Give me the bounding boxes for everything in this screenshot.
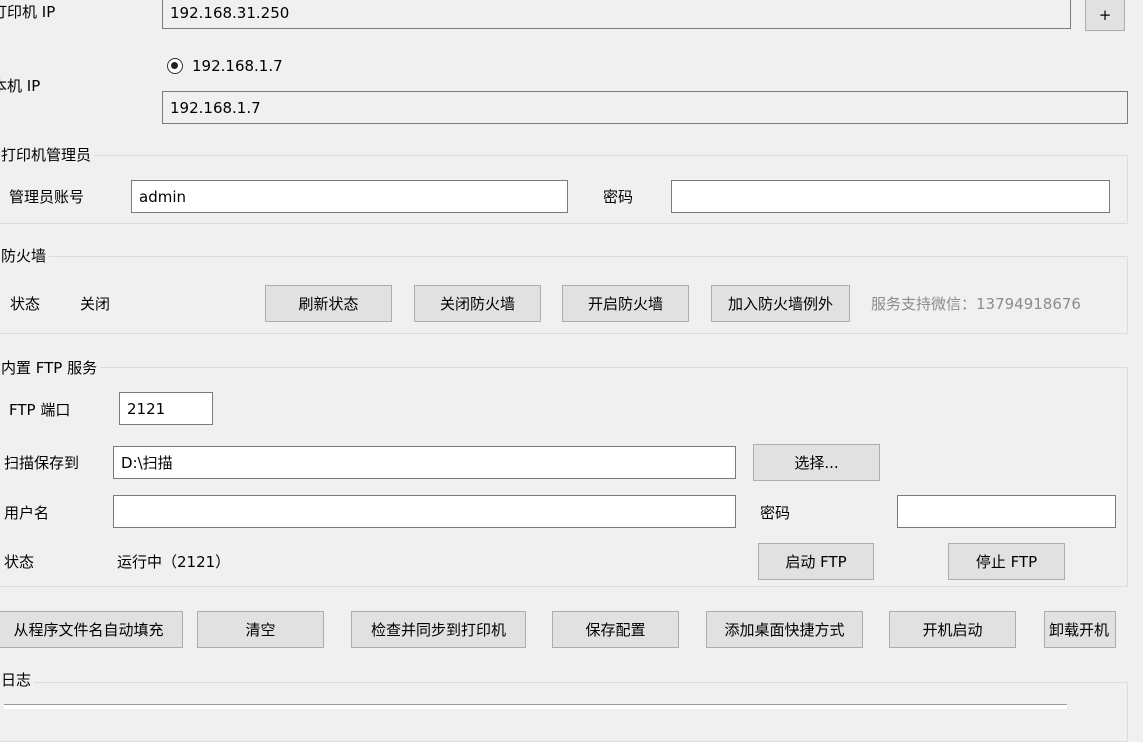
ftp-password-label: 密码 bbox=[760, 504, 791, 522]
ftp-password-input[interactable] bbox=[897, 495, 1116, 528]
clear-button[interactable]: 清空 bbox=[197, 611, 324, 648]
ftp-status-label: 状态 bbox=[4, 553, 35, 571]
start-ftp-button[interactable]: 启动 FTP bbox=[758, 543, 874, 580]
log-group bbox=[0, 682, 1128, 742]
add-firewall-exception-button[interactable]: 加入防火墙例外 bbox=[711, 285, 850, 322]
scan-save-path-input[interactable]: D:\扫描 bbox=[113, 446, 736, 479]
refresh-status-button[interactable]: 刷新状态 bbox=[265, 285, 392, 322]
admin-account-input[interactable]: admin bbox=[131, 180, 568, 213]
local-ip-input[interactable]: 192.168.1.7 bbox=[162, 91, 1128, 124]
support-wechat-text: 服务支持微信：13794918676 bbox=[871, 295, 1081, 313]
enable-firewall-button[interactable]: 开启防火墙 bbox=[562, 285, 689, 322]
local-ip-option-label: 192.168.1.7 bbox=[192, 57, 283, 75]
autostart-button[interactable]: 开机启动 bbox=[889, 611, 1016, 648]
printer-ip-input[interactable]: 192.168.31.250 bbox=[162, 0, 1071, 29]
choose-folder-button[interactable]: 选择... bbox=[753, 444, 880, 481]
add-desktop-shortcut-button[interactable]: 添加桌面快捷方式 bbox=[706, 611, 863, 648]
local-ip-label: 本机 IP bbox=[0, 77, 41, 95]
firewall-group-title: 防火墙 bbox=[0, 246, 50, 266]
save-config-button[interactable]: 保存配置 bbox=[552, 611, 679, 648]
scan-save-label: 扫描保存到 bbox=[4, 454, 80, 472]
ftp-group-title: 内置 FTP 服务 bbox=[0, 358, 101, 378]
autofill-from-filename-button[interactable]: 从程序文件名自动填充 bbox=[0, 611, 183, 648]
printer-admin-group-title: 打印机管理员 bbox=[0, 145, 95, 165]
admin-password-label: 密码 bbox=[603, 188, 634, 206]
log-group-title: 日志 bbox=[0, 670, 35, 690]
local-ip-radio[interactable] bbox=[167, 58, 183, 74]
ftp-port-label: FTP 端口 bbox=[9, 401, 71, 419]
sync-to-printer-button[interactable]: 检查并同步到打印机 bbox=[351, 611, 526, 648]
ftp-port-input[interactable]: 2121 bbox=[119, 392, 213, 425]
admin-account-label: 管理员账号 bbox=[9, 188, 85, 206]
ftp-username-label: 用户名 bbox=[4, 504, 50, 522]
admin-password-input[interactable] bbox=[671, 180, 1110, 213]
firewall-status-label: 状态 bbox=[10, 295, 41, 313]
uninstall-autostart-button[interactable]: 卸载开机 bbox=[1044, 611, 1116, 648]
printer-ip-label: 打印机 IP bbox=[0, 3, 56, 21]
disable-firewall-button[interactable]: 关闭防火墙 bbox=[414, 285, 541, 322]
ftp-status-value: 运行中（2121） bbox=[117, 553, 231, 571]
firewall-status-value: 关闭 bbox=[80, 295, 111, 313]
log-textarea[interactable] bbox=[4, 704, 1067, 709]
ftp-username-input[interactable] bbox=[113, 495, 736, 528]
add-printer-ip-button[interactable]: + bbox=[1085, 0, 1125, 31]
stop-ftp-button[interactable]: 停止 FTP bbox=[948, 543, 1065, 580]
